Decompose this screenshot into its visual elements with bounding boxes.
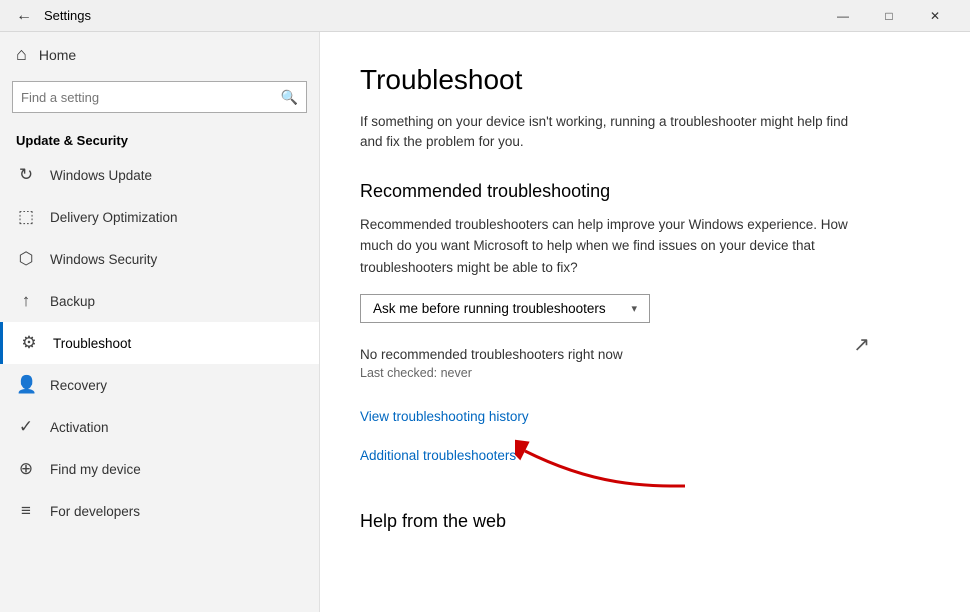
sidebar-item-home[interactable]: ⌂ Home: [0, 32, 319, 77]
windows-security-icon: ⬡: [16, 249, 36, 269]
sidebar-item-backup[interactable]: ↑ Backup: [0, 280, 319, 322]
sidebar: ⌂ Home 🔍 Update & Security ↻ Windows Upd…: [0, 32, 320, 612]
title-bar: ← Settings — □ ✕: [0, 0, 970, 32]
sidebar-item-label: Windows Security: [50, 252, 157, 267]
window-controls: — □ ✕: [820, 0, 958, 32]
additional-troubleshooters-container: Additional troubleshooters: [360, 448, 930, 463]
windows-update-icon: ↻: [16, 165, 36, 185]
recommended-section-description: Recommended troubleshooters can help imp…: [360, 214, 860, 279]
sidebar-item-delivery-optimization[interactable]: ⬚ Delivery Optimization: [0, 196, 319, 238]
sidebar-item-label: Find my device: [50, 462, 141, 477]
sidebar-item-for-developers[interactable]: ≡ For developers: [0, 490, 319, 532]
sidebar-item-find-my-device[interactable]: ⊕ Find my device: [0, 448, 319, 490]
last-checked-text: Last checked: never: [360, 366, 930, 380]
sidebar-item-label: For developers: [50, 504, 140, 519]
help-heading: Help from the web: [360, 511, 930, 532]
recommended-section-heading: Recommended troubleshooting: [360, 181, 930, 202]
sidebar-item-label: Windows Update: [50, 168, 152, 183]
page-description: If something on your device isn't workin…: [360, 112, 860, 153]
troubleshooter-dropdown[interactable]: Ask me before running troubleshooters ▾: [360, 294, 650, 323]
main-layout: ⌂ Home 🔍 Update & Security ↻ Windows Upd…: [0, 32, 970, 612]
additional-troubleshooters-link[interactable]: Additional troubleshooters: [360, 448, 516, 463]
sidebar-item-windows-update[interactable]: ↻ Windows Update: [0, 154, 319, 196]
main-content: Troubleshoot If something on your device…: [320, 32, 970, 612]
sidebar-item-label: Troubleshoot: [53, 336, 131, 351]
home-icon: ⌂: [16, 44, 27, 65]
maximize-button[interactable]: □: [866, 0, 912, 32]
sidebar-item-label: Recovery: [50, 378, 107, 393]
help-section: Help from the web: [360, 511, 930, 532]
sidebar-item-label: Activation: [50, 420, 109, 435]
sidebar-item-windows-security[interactable]: ⬡ Windows Security: [0, 238, 319, 280]
recovery-icon: 👤: [16, 375, 36, 395]
delivery-optimization-icon: ⬚: [16, 207, 36, 227]
sidebar-item-label: Backup: [50, 294, 95, 309]
view-troubleshooting-history-link[interactable]: View troubleshooting history: [360, 409, 529, 424]
sidebar-search-box[interactable]: 🔍: [12, 81, 307, 113]
activation-icon: ✓: [16, 417, 36, 437]
for-developers-icon: ≡: [16, 501, 36, 521]
red-arrow-annotation: [515, 436, 695, 496]
sidebar-home-label: Home: [39, 47, 76, 63]
backup-icon: ↑: [16, 291, 36, 311]
back-button[interactable]: ←: [12, 4, 36, 28]
minimize-button[interactable]: —: [820, 0, 866, 32]
sidebar-item-activation[interactable]: ✓ Activation: [0, 406, 319, 448]
find-device-icon: ⊕: [16, 459, 36, 479]
app-title: Settings: [44, 8, 91, 23]
search-icon: 🔍: [273, 89, 306, 106]
troubleshoot-icon: ⚙: [19, 333, 39, 353]
chevron-down-icon: ▾: [631, 302, 637, 315]
sidebar-item-label: Delivery Optimization: [50, 210, 178, 225]
search-input[interactable]: [13, 90, 273, 105]
close-button[interactable]: ✕: [912, 0, 958, 32]
dropdown-value: Ask me before running troubleshooters: [373, 301, 606, 316]
sidebar-item-troubleshoot[interactable]: ⚙ Troubleshoot: [0, 322, 319, 364]
no-troubleshooters-text: No recommended troubleshooters right now: [360, 347, 930, 362]
page-title: Troubleshoot: [360, 64, 930, 96]
sidebar-section-title: Update & Security: [0, 121, 319, 154]
sidebar-item-recovery[interactable]: 👤 Recovery: [0, 364, 319, 406]
